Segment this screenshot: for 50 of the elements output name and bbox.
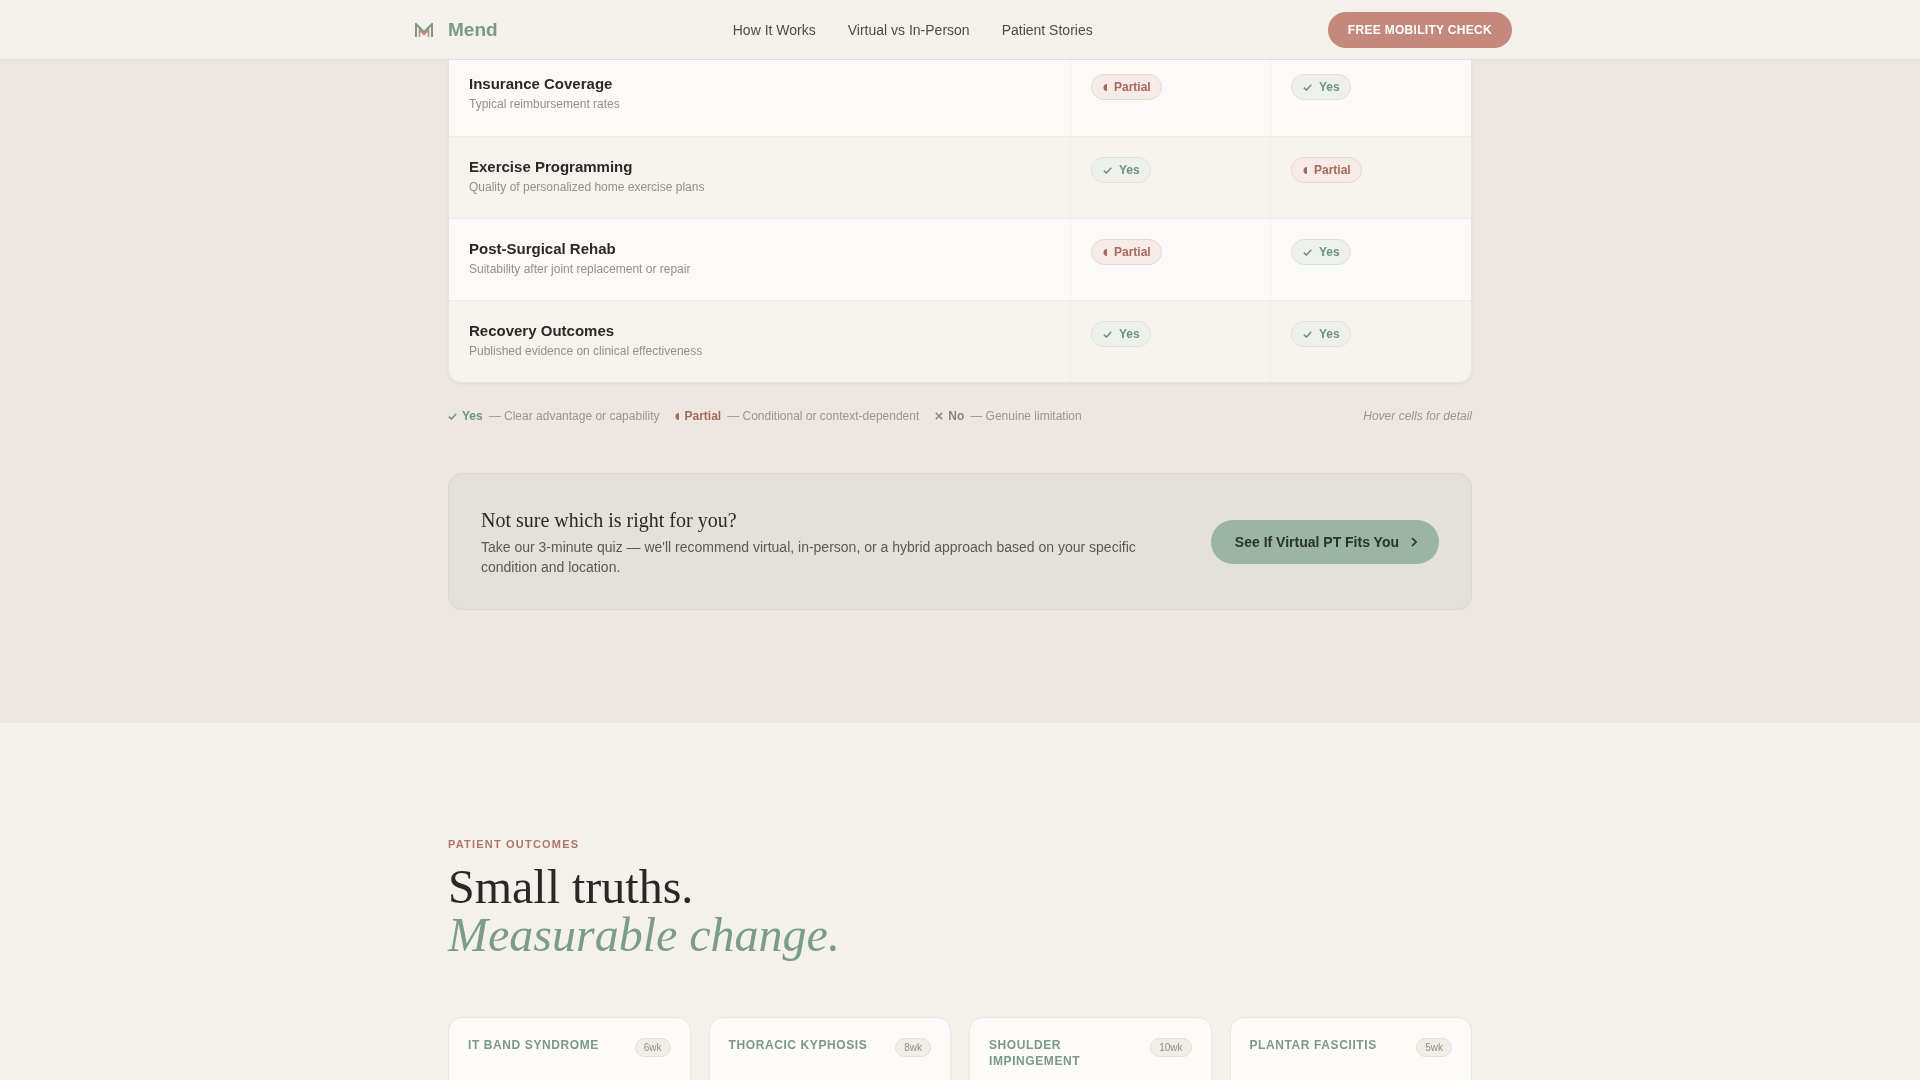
duration-label: 5wk: [1416, 1038, 1452, 1057]
duration-label: 10wk: [1150, 1038, 1192, 1057]
card-title: THORACIC KYPHOSIS: [728, 1037, 868, 1053]
quiz-button[interactable]: See If Virtual PT Fits You: [1210, 519, 1439, 564]
duration-label: 6wk: [634, 1038, 671, 1057]
feature-title: Recovery Outcomes: [469, 321, 616, 341]
section-heading: Small truths.: [448, 863, 694, 911]
card-title: SHOULDER IMPINGEMENT: [989, 1037, 1082, 1069]
legend-label: No: [948, 408, 965, 424]
check-icon: [1303, 248, 1312, 256]
hover-hint: Hover cells for detail: [1363, 408, 1472, 424]
feature-title: Insurance Coverage: [469, 74, 614, 94]
legend-label: Yes: [462, 408, 483, 424]
status-label: Yes: [1319, 80, 1340, 94]
feature-description: Published evidence on clinical effectiveness: [469, 343, 704, 359]
status-label: Yes: [1319, 245, 1340, 259]
duration-label: 8wk: [895, 1038, 931, 1057]
check-icon: [1103, 166, 1112, 174]
legend-description: — Clear advantage or capability: [488, 408, 660, 424]
section-eyebrow: PATIENT OUTCOMES: [448, 837, 581, 851]
brand-name: Mend: [448, 18, 498, 41]
feature-description: Typical reimbursement rates: [469, 96, 621, 112]
status-label: Partial: [1314, 163, 1351, 177]
status-label: Yes: [1319, 327, 1340, 341]
feature-description: Suitability after joint replacement or repair: [469, 261, 692, 277]
nav-link[interactable]: How It Works: [732, 21, 816, 38]
check-icon: [1303, 83, 1312, 91]
status-label: Partial: [1114, 245, 1151, 259]
status-label: Yes: [1119, 163, 1140, 177]
prompt-text: Take our 3-minute quiz — we'll recommend virtual, in-person, or a hybrid approach based on your specific condition and location.: [481, 537, 1137, 577]
nav-link[interactable]: Patient Stories: [1001, 21, 1093, 38]
prompt-title: Not sure which is right for you?: [481, 507, 738, 533]
legend-label: Partial: [684, 408, 722, 424]
cross-icon: [935, 412, 944, 420]
check-icon: [1303, 330, 1312, 338]
feature-title: Post-Surgical Rehab: [469, 239, 617, 259]
legend-description: — Genuine limitation: [970, 408, 1082, 424]
zigzag-logo-icon: [415, 22, 433, 37]
legend-description: — Conditional or context-dependent: [727, 408, 920, 424]
status-label: Yes: [1119, 327, 1140, 341]
section-heading-accent: Measurable change.: [448, 911, 840, 959]
chevron-right-icon: [1411, 536, 1417, 547]
feature-description: Quality of personalized home exercise plans: [469, 179, 706, 195]
check-icon: [448, 412, 457, 420]
status-label: Partial: [1114, 80, 1151, 94]
card-title: PLANTAR FASCIITIS: [1249, 1037, 1377, 1053]
feature-title: Exercise Programming: [469, 157, 634, 177]
check-icon: [1103, 330, 1112, 338]
nav-link[interactable]: Virtual vs In-Person: [847, 21, 970, 38]
card-title: IT BAND SYNDROME: [468, 1037, 599, 1053]
